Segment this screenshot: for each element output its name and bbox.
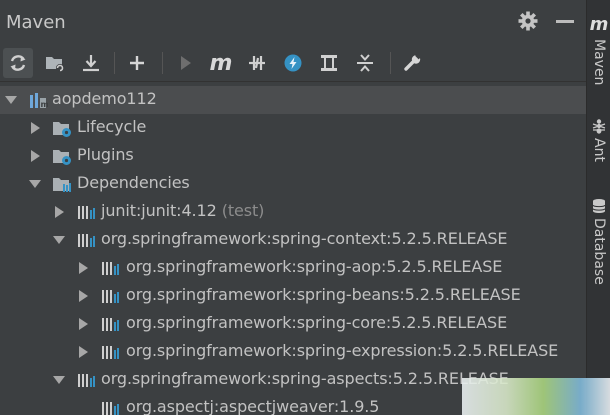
- library-icon: [78, 374, 95, 387]
- play-icon: [181, 56, 191, 70]
- gear-icon[interactable]: [517, 10, 539, 32]
- tree-item-label: org.springframework:spring-aop:5.2.5.REL…: [126, 257, 503, 276]
- settings-button[interactable]: [398, 48, 428, 78]
- database-icon: [592, 199, 606, 214]
- execute-goal-button[interactable]: m: [206, 48, 236, 78]
- chevron-down-icon[interactable]: [52, 372, 66, 388]
- collapse-icon: [357, 54, 373, 72]
- tree-item-dependency[interactable]: org.springframework:spring-beans:5.2.5.R…: [0, 282, 586, 310]
- library-icon: [102, 262, 119, 275]
- tree-item-label: Lifecycle: [77, 117, 147, 136]
- tree-item-dependency[interactable]: junit:junit:4.12 (test): [0, 198, 586, 226]
- dependencies-diagram-icon: [321, 55, 337, 71]
- offline-icon: [249, 56, 265, 70]
- maven-tool-window: Maven m m aopdemo112 Lifecycle Plugins D…: [0, 0, 586, 415]
- chevron-right-icon[interactable]: [28, 120, 42, 136]
- maven-project-icon: m: [30, 93, 49, 109]
- maven-m-icon: m: [209, 50, 233, 76]
- library-icon: [78, 234, 95, 247]
- tree-item-label: org.springframework:spring-beans:5.2.5.R…: [126, 285, 521, 304]
- maven-m-icon: m: [589, 14, 609, 35]
- download-icon: [83, 55, 99, 72]
- tree-item-dependency[interactable]: org.springframework:spring-core:5.2.5.RE…: [0, 310, 586, 338]
- run-button[interactable]: [170, 48, 200, 78]
- sidebar-tab-label: Maven: [591, 39, 607, 86]
- toolbar-separator: [162, 52, 163, 74]
- toolbar-separator: [114, 52, 115, 74]
- tree-item-lifecycle[interactable]: Lifecycle: [0, 114, 586, 142]
- chevron-right-icon[interactable]: [52, 204, 66, 220]
- chevron-right-icon[interactable]: [76, 288, 90, 304]
- tree-item-plugins[interactable]: Plugins: [0, 142, 586, 170]
- tree-item-dependency[interactable]: org.springframework:spring-context:5.2.5…: [0, 226, 586, 254]
- tree-item-dependency[interactable]: org.springframework:spring-expression:5.…: [0, 338, 586, 366]
- svg-text:m: m: [41, 100, 49, 109]
- plus-icon: [130, 56, 144, 70]
- sidebar-tab-label: Database: [591, 218, 607, 285]
- tree-item-label: Dependencies: [77, 173, 190, 192]
- toolbar-separator: [390, 52, 391, 74]
- tree-item-label: org.springframework:spring-expression:5.…: [126, 341, 559, 360]
- maven-project-tree: m aopdemo112 Lifecycle Plugins Dependenc…: [0, 84, 586, 415]
- chevron-right-icon[interactable]: [76, 344, 90, 360]
- tree-item-project[interactable]: m aopdemo112: [0, 86, 586, 114]
- folder-gear-icon: [53, 150, 71, 165]
- tool-window-header: Maven: [0, 0, 586, 44]
- toggle-offline-button[interactable]: [242, 48, 272, 78]
- chevron-down-icon[interactable]: [4, 92, 18, 108]
- tree-item-label: org.springframework:spring-aspects:5.2.5…: [101, 369, 509, 388]
- refresh-button[interactable]: [3, 48, 33, 78]
- reimport-folder-button[interactable]: [40, 48, 70, 78]
- chevron-right-icon[interactable]: [76, 260, 90, 276]
- show-dependencies-button[interactable]: [314, 48, 344, 78]
- library-icon: [78, 206, 95, 219]
- folder-refresh-icon: [46, 57, 64, 72]
- tree-item-label: Plugins: [77, 145, 134, 164]
- right-tool-strip: m Maven Ant Database: [586, 0, 610, 415]
- tree-item-label: junit:junit:4.12: [101, 201, 217, 220]
- chevron-right-icon[interactable]: [76, 316, 90, 332]
- chevron-down-icon[interactable]: [28, 176, 42, 192]
- tree-item-dependency[interactable]: org.springframework:spring-aop:5.2.5.REL…: [0, 254, 586, 282]
- tree-item-label: org.springframework:spring-context:5.2.5…: [101, 229, 508, 248]
- minimize-button[interactable]: [556, 20, 574, 23]
- folder-gear-icon: [53, 122, 71, 137]
- tool-window-title: Maven: [6, 12, 66, 33]
- wrench-icon: [404, 54, 421, 71]
- tree-item-label-group: junit:junit:4.12 (test): [101, 201, 264, 220]
- add-button[interactable]: [122, 48, 152, 78]
- sidebar-tab-maven[interactable]: m Maven: [587, 14, 610, 134]
- library-icon: [102, 346, 119, 359]
- folder-library-icon: [53, 178, 71, 192]
- lightning-circle-icon: [284, 54, 302, 72]
- library-icon: [102, 290, 119, 303]
- sidebar-tab-label: Ant: [591, 138, 607, 162]
- tree-item-label: aopdemo112: [52, 89, 157, 108]
- sidebar-tab-database[interactable]: Database: [587, 198, 610, 285]
- maven-toolbar: m: [0, 44, 586, 82]
- ant-icon: [592, 119, 606, 134]
- sidebar-tab-ant[interactable]: Ant: [587, 118, 610, 162]
- refresh-icon: [10, 55, 26, 71]
- download-sources-button[interactable]: [76, 48, 106, 78]
- library-icon: [102, 318, 119, 331]
- watermark-logo: [462, 378, 610, 415]
- scope-label: (test): [216, 201, 265, 220]
- tree-item-dependencies[interactable]: Dependencies: [0, 170, 586, 198]
- skip-tests-button[interactable]: [278, 48, 308, 78]
- chevron-right-icon[interactable]: [28, 148, 42, 164]
- tree-item-label: org.springframework:spring-core:5.2.5.RE…: [126, 313, 508, 332]
- collapse-all-button[interactable]: [350, 48, 380, 78]
- tree-item-label: org.aspectj:aspectjweaver:1.9.5: [126, 397, 380, 415]
- chevron-down-icon[interactable]: [52, 232, 66, 248]
- library-icon: [102, 402, 119, 415]
